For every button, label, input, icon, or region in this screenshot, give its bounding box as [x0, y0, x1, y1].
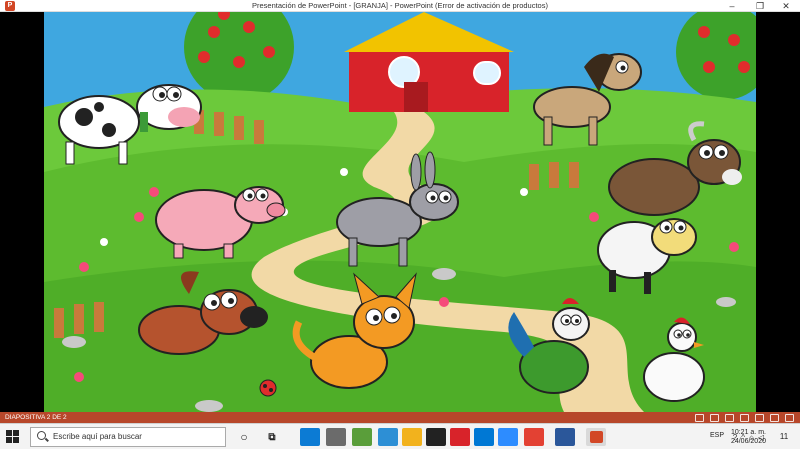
notes-icon[interactable] [710, 413, 719, 422]
restore-button[interactable]: ❐ [748, 0, 772, 12]
chrome-icon[interactable] [524, 428, 544, 446]
powerpoint-taskbar-button[interactable] [586, 428, 606, 446]
comments-icon[interactable] [725, 413, 734, 422]
slide-sorter-icon[interactable] [755, 413, 764, 422]
slideshow-icon[interactable] [785, 413, 794, 422]
slide-counter: DIAPOSITIVA 2 DE 2 [5, 414, 67, 421]
clock-date: 24/06/2020 [730, 438, 766, 445]
normal-view-icon[interactable] [740, 413, 749, 422]
ladybug [259, 379, 277, 397]
edge-icon[interactable] [300, 428, 320, 446]
search-placeholder: Escribe aquí para buscar [53, 432, 142, 441]
minimize-button[interactable]: – [720, 0, 744, 12]
language-indicator[interactable]: ESP [710, 432, 724, 439]
view-controls [695, 412, 794, 423]
word-icon[interactable] [555, 428, 575, 446]
app-icon-3[interactable] [402, 428, 422, 446]
mail-icon[interactable] [474, 428, 494, 446]
opera-icon[interactable] [450, 428, 470, 446]
slide-farm-illustration[interactable] [44, 12, 756, 412]
reading-view-icon[interactable] [770, 413, 779, 422]
clock[interactable]: 10:21 a. m. 24/06/2020 [731, 428, 766, 446]
app-icon-2[interactable] [378, 428, 398, 446]
notification-center-icon[interactable]: 11 [776, 429, 792, 445]
search-icon [37, 431, 46, 440]
cortana-icon[interactable]: ○ [234, 428, 254, 446]
clock-time: 10:21 a. m. [730, 429, 766, 436]
window-title: Presentación de PowerPoint - [GRANJA] - … [252, 1, 548, 10]
zoom-icon[interactable] [498, 428, 518, 446]
title-bar: P Presentación de PowerPoint - [GRANJA] … [0, 0, 800, 12]
file-explorer-icon[interactable] [326, 428, 346, 446]
windows-taskbar: Escribe aquí para buscar ○ ⧉ ? ^ ⌂ ◁ ESP… [0, 423, 800, 449]
hp-icon[interactable] [426, 428, 446, 446]
close-button[interactable]: ✕ [774, 0, 798, 12]
slideshow-stage [0, 12, 800, 412]
task-view-icon[interactable]: ⧉ [262, 428, 282, 446]
accessibility-icon[interactable] [695, 413, 704, 422]
farm-scene [44, 12, 756, 412]
app-icon-1[interactable] [352, 428, 372, 446]
taskbar-search[interactable]: Escribe aquí para buscar [30, 427, 226, 447]
status-bar: DIAPOSITIVA 2 DE 2 [0, 412, 800, 423]
start-button[interactable] [6, 430, 20, 444]
